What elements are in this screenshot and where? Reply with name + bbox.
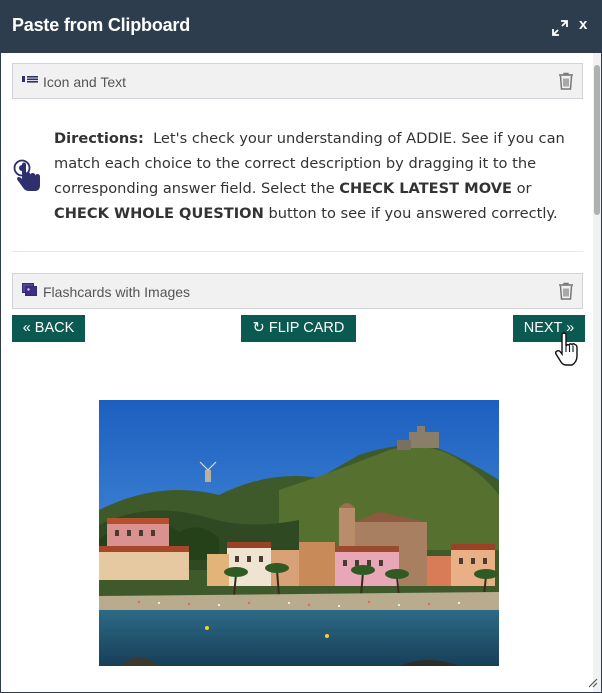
- flip-card-label: FLIP CARD: [268, 320, 345, 336]
- trash-icon[interactable]: [558, 72, 574, 90]
- flashcards-block-header[interactable]: Flashcards with Images: [12, 273, 583, 309]
- resize-grip-icon[interactable]: [586, 676, 598, 688]
- directions-text-part-2: or: [516, 180, 532, 197]
- hand-cursor-icon: [554, 332, 578, 366]
- directions-text-part-3: button to see if you answered correctly.: [268, 205, 558, 222]
- block-label: Icon and Text: [43, 74, 127, 90]
- pointing-hand-icon: [13, 159, 40, 191]
- icon-text-block-icon: [22, 76, 38, 83]
- directions-bold-check-whole-question: CHECK WHOLE QUESTION: [54, 205, 264, 222]
- directions-heading: Directions:: [54, 130, 144, 147]
- icon-text-block-header[interactable]: Icon and Text: [12, 63, 583, 99]
- back-button[interactable]: « BACK: [12, 315, 85, 342]
- vertical-scrollbar[interactable]: [593, 53, 601, 692]
- block-label: Flashcards with Images: [43, 284, 191, 300]
- directions-bold-check-latest-move: CHECK LATEST MOVE: [339, 180, 512, 197]
- flashcards-icon: [22, 283, 37, 296]
- seaside-town-photo: [99, 400, 499, 666]
- expand-arrows-icon[interactable]: [551, 19, 569, 37]
- close-button[interactable]: x: [579, 16, 587, 33]
- trash-icon[interactable]: [558, 282, 574, 300]
- scrollbar-thumb[interactable]: [594, 65, 600, 215]
- flip-card-button[interactable]: ↻ FLIP CARD: [241, 315, 356, 342]
- refresh-icon: ↻: [252, 320, 265, 336]
- section-divider: [12, 251, 583, 252]
- paste-dialog: Paste from Clipboard x Icon and Text Dir…: [0, 0, 602, 693]
- dialog-title: Paste from Clipboard: [12, 15, 191, 35]
- directions-text: Directions: Let's check your understandi…: [54, 126, 579, 226]
- dialog-content: Icon and Text Directions: Let's check yo…: [1, 53, 593, 692]
- dialog-titlebar[interactable]: Paste from Clipboard x: [1, 1, 601, 53]
